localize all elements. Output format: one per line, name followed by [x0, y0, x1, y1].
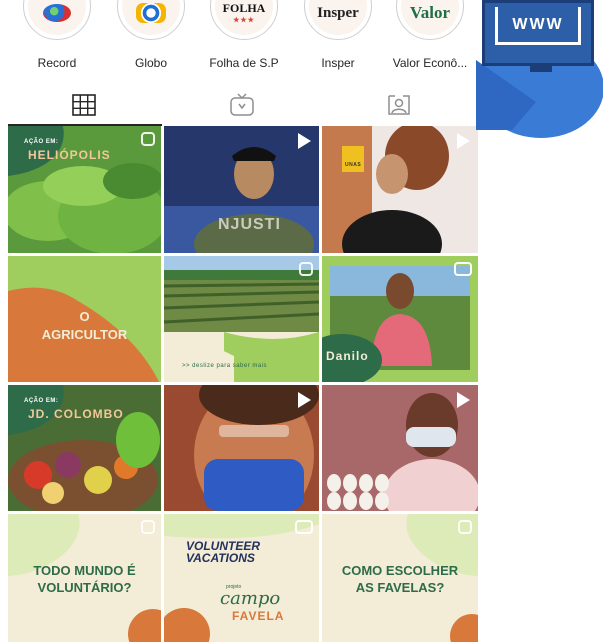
carousel-icon	[299, 262, 313, 276]
tab-tagged[interactable]	[385, 92, 413, 118]
tagged-person-icon	[388, 95, 410, 115]
carousel-icon	[141, 520, 155, 534]
highlight-folha[interactable]: FOLHA ★★★ Folha de S.P	[196, 0, 292, 78]
video-icon	[298, 133, 311, 149]
highlight-globo[interactable]: Globo	[103, 0, 199, 78]
post-volunteer-vacations[interactable]: VOLUNTEER VACATIONS projeto campo FAVELA	[164, 514, 319, 642]
post-unas-woman[interactable]: UNAS	[322, 126, 478, 253]
post-todo-mundo[interactable]: TODO MUNDO É VOLUNTÁRIO?	[8, 514, 161, 642]
tab-igtv[interactable]	[228, 92, 256, 118]
post-field[interactable]: >> deslize para saber mais	[164, 256, 319, 382]
highlight-valor[interactable]: Valor Valor Econô...	[382, 0, 478, 78]
igtv-icon	[295, 520, 313, 534]
monitor-stand	[530, 66, 552, 72]
highlight-label: Record	[37, 56, 77, 70]
post-o-agricultor[interactable]: O AGRICULTOR	[8, 256, 161, 382]
post-video-eggs[interactable]	[322, 385, 478, 511]
globo-logo-icon	[136, 3, 166, 23]
tab-grid[interactable]	[70, 92, 98, 118]
carousel-icon	[458, 520, 472, 534]
valor-logo: Valor	[410, 3, 450, 22]
highlight-label: Valor Econô...	[392, 56, 468, 70]
video-icon	[298, 392, 311, 408]
highlight-label: Folha de S.P	[209, 56, 279, 70]
website-decoration: WWW	[476, 0, 603, 642]
highlight-label: Globo	[134, 56, 168, 70]
posts-grid: AÇÃO EM: HELIÓPOLIS NJUSTI UNAS O AGRICU…	[8, 126, 478, 642]
video-icon	[457, 392, 470, 408]
video-icon	[457, 133, 470, 149]
carousel-icon	[141, 132, 155, 146]
instagram-profile-feed: Record Globo FOLHA ★★★ Folha de S.P Inspe…	[0, 0, 478, 642]
highlight-label: Insper	[321, 56, 355, 70]
post-video-girl-mask[interactable]	[164, 385, 319, 511]
post-video-boy[interactable]: NJUSTI	[164, 126, 319, 253]
record-logo-icon	[43, 4, 71, 22]
profile-tabs	[0, 84, 478, 126]
post-danilo[interactable]: Danilo	[322, 256, 478, 382]
post-jd-colombo[interactable]: AÇÃO EM: JD. COLOMBO	[8, 385, 161, 511]
monitor-icon: WWW	[482, 0, 594, 66]
grid-icon	[72, 94, 96, 116]
insper-logo: Insper	[317, 4, 359, 21]
www-label: WWW	[512, 15, 564, 33]
tv-icon	[230, 93, 254, 116]
story-highlights: Record Globo FOLHA ★★★ Folha de S.P Inspe…	[0, 0, 478, 78]
highlight-record[interactable]: Record	[9, 0, 105, 78]
igtv-icon	[454, 262, 472, 276]
post-heliopolis[interactable]: AÇÃO EM: HELIÓPOLIS	[8, 126, 161, 253]
folha-logo: FOLHA ★★★	[222, 1, 266, 24]
highlight-insper[interactable]: Insper Insper	[290, 0, 386, 78]
post-como-escolher[interactable]: COMO ESCOLHER AS FAVELAS?	[322, 514, 478, 642]
